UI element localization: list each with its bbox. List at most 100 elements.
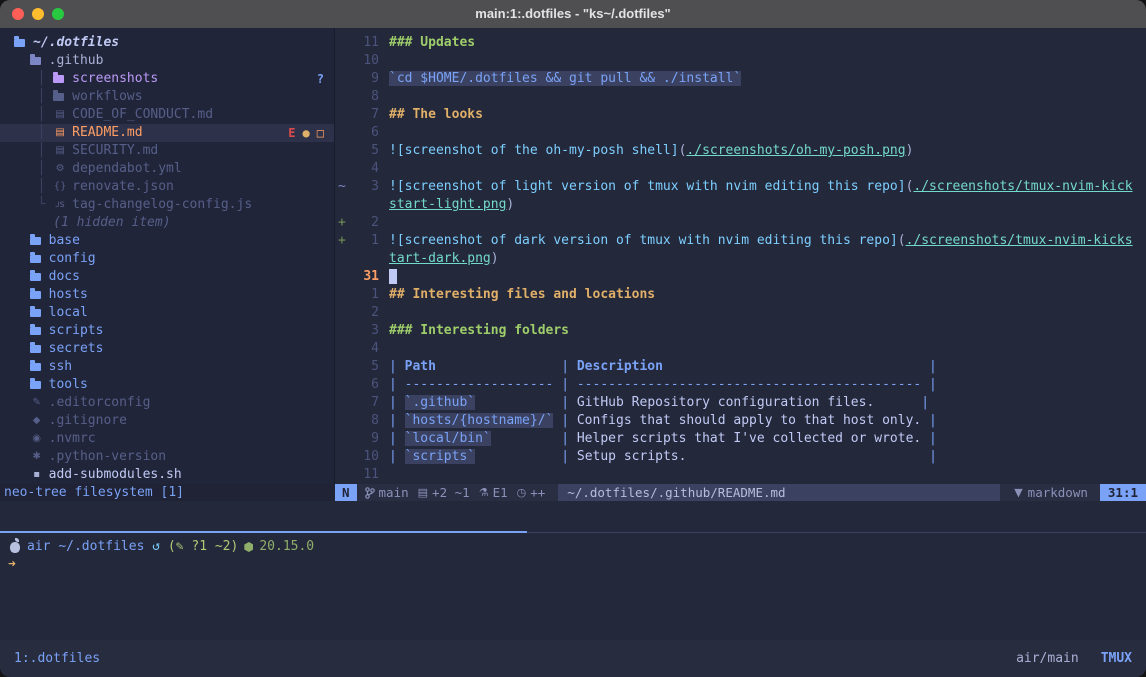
pane-border-inactive <box>527 532 1146 533</box>
editor-line[interactable]: 3 ### Interesting folders <box>335 322 1146 340</box>
tree-item-base[interactable]: base <box>0 232 334 250</box>
folder-icon <box>53 75 64 83</box>
minimize-button[interactable] <box>32 8 44 20</box>
tree-item-readme-md[interactable]: │ ▤README.mdE●□ <box>0 124 334 142</box>
tree-item-dotfiles[interactable]: ~/.dotfiles <box>0 34 334 52</box>
gutter-sign <box>335 304 351 322</box>
close-button[interactable] <box>12 8 24 20</box>
flask-icon: ⚗ <box>479 484 489 502</box>
tree-item-add-submodules-sh[interactable]: ▪add-submodules.sh <box>0 466 334 484</box>
tree-item-secrets[interactable]: secrets <box>0 340 334 358</box>
editor-line[interactable]: 31 <box>335 268 1146 286</box>
line-number: 11 <box>351 466 379 484</box>
editor-line[interactable]: 11 <box>335 466 1146 484</box>
tmux-pane-border[interactable] <box>0 531 1146 533</box>
folder-icon <box>30 273 41 281</box>
tree-item-tag-changelog-config-js[interactable]: └ ᴊstag-changelog-config.js <box>0 196 334 214</box>
tree-item-nvmrc[interactable]: ◉.nvmrc <box>0 430 334 448</box>
tmux-statusbar: 1:.dotfiles air/main TMUX <box>0 640 1146 677</box>
tmux-statusbar-right: air/main TMUX <box>1016 650 1132 668</box>
tree-item-code-of-conduct-md[interactable]: │ ▤CODE_OF_CONDUCT.md <box>0 106 334 124</box>
editor-line[interactable]: 7| `.github` | GitHub Repository configu… <box>335 394 1146 412</box>
tree-item-screenshots[interactable]: │ screenshots? <box>0 70 334 88</box>
zoom-button[interactable] <box>52 8 64 20</box>
tree-item-editorconfig[interactable]: ✎ .editorconfig <box>0 394 334 412</box>
editor-line[interactable]: 5![screenshot of the oh-my-posh shell](.… <box>335 142 1146 160</box>
line-number: 2 <box>351 214 379 232</box>
folder-open-icon <box>14 39 25 47</box>
editor-line[interactable]: 6| ------------------- | ---------------… <box>335 376 1146 394</box>
editor-line[interactable]: 8 <box>335 88 1146 106</box>
line-number: 1 <box>351 286 379 304</box>
tree-item-badges: ? <box>317 70 324 88</box>
tree-item-docs[interactable]: docs <box>0 268 334 286</box>
editor-line[interactable]: start-light.png) <box>335 196 1146 214</box>
editor-line[interactable]: 4 <box>335 160 1146 178</box>
tree-item-dependabot-yml[interactable]: │ ⚙dependabot.yml <box>0 160 334 178</box>
modified-dot-badge: ● <box>303 124 310 142</box>
tree-item-github[interactable]: .github <box>0 52 334 70</box>
tree-item-1-hidden-item[interactable]: (1 hidden item) <box>0 214 334 232</box>
editor-line[interactable]: 9| `local/bin` | Helper scripts that I'v… <box>335 430 1146 448</box>
editor-line[interactable]: 4 <box>335 340 1146 358</box>
markdown-icon: ▼ <box>1014 484 1022 502</box>
editor-line[interactable]: 2 <box>335 304 1146 322</box>
line-number: 5 <box>351 142 379 160</box>
tree-item-label: CODE_OF_CONDUCT.md <box>72 106 213 124</box>
tree-item-security-md[interactable]: │ ▤SECURITY.md <box>0 142 334 160</box>
editor-line[interactable]: 5| Path | Description | <box>335 358 1146 376</box>
editor-line[interactable]: 11### Updates <box>335 34 1146 52</box>
editor-line[interactable]: 7## The looks <box>335 106 1146 124</box>
titlebar[interactable]: main:1:.dotfiles - "ks~/.dotfiles" <box>0 0 1146 29</box>
neotree-sidebar: ~/.dotfiles .github │ screenshots? │ wor… <box>0 28 334 484</box>
gutter-sign <box>335 52 351 70</box>
tree-item-renovate-json[interactable]: │ {}renovate.json <box>0 178 334 196</box>
tree-item-python-version[interactable]: ✱.python-version <box>0 448 334 466</box>
pencil-icon: ✎ <box>30 394 44 412</box>
line-text: | `local/bin` | Helper scripts that I've… <box>389 430 937 448</box>
line-number: 9 <box>351 70 379 88</box>
git-branch-label: main <box>379 484 409 502</box>
nvim-statusline: N main ▤ +2 ~1 ⚗ E1 ◷ ++ <box>335 484 1146 501</box>
tree-item-scripts[interactable]: scripts <box>0 322 334 340</box>
file-path: ~/.dotfiles/.github/README.md <box>558 484 1000 501</box>
editor-line[interactable]: 10| `scripts` | Setup scripts. | <box>335 448 1146 466</box>
editor-line[interactable]: ~ 3![screenshot of light version of tmux… <box>335 178 1146 196</box>
line-number: 3 <box>351 322 379 340</box>
tree-item-gitignore[interactable]: ◆.gitignore <box>0 412 334 430</box>
tree-item-ssh[interactable]: ssh <box>0 358 334 376</box>
tmux-window-tab[interactable]: 1:.dotfiles <box>14 650 100 668</box>
editor-line[interactable]: 9`cd $HOME/.dotfiles && git pull && ./in… <box>335 70 1146 88</box>
folder-icon <box>30 309 41 317</box>
diagnostic-error-badge: E <box>288 124 295 142</box>
editor-line[interactable]: 1## Interesting files and locations <box>335 286 1146 304</box>
prompt-segment: air <box>27 538 58 556</box>
prompt-arrow[interactable]: ➜ <box>8 556 1146 574</box>
tree-item-config[interactable]: config <box>0 250 334 268</box>
window-title: main:1:.dotfiles - "ks~/.dotfiles" <box>0 5 1146 23</box>
gutter-sign <box>335 70 351 88</box>
markdown-file-icon: ▤ <box>53 106 67 124</box>
editor-line[interactable]: 10 <box>335 52 1146 70</box>
shell-prompt: air ~/.dotfiles ↺ (✎ ?1 ~2)20.15.0 <box>8 538 1146 556</box>
tree-item-label: .github <box>49 52 104 70</box>
editor-line[interactable]: 6 <box>335 124 1146 142</box>
editor-line[interactable]: + 1![screenshot of dark version of tmux … <box>335 232 1146 250</box>
editor-line[interactable]: + 2 <box>335 214 1146 232</box>
tree-item-tools[interactable]: tools <box>0 376 334 394</box>
tree-item-label: config <box>49 250 96 268</box>
gutter-sign <box>335 430 351 448</box>
editor-line[interactable]: tart-dark.png) <box>335 250 1146 268</box>
line-number: 5 <box>351 358 379 376</box>
tree-item-local[interactable]: local <box>0 304 334 322</box>
line-text: ### Interesting folders <box>389 322 569 340</box>
markdown-file-icon: ▤ <box>53 142 67 160</box>
tree-item-workflows[interactable]: │ workflows <box>0 88 334 106</box>
editor-buffer[interactable]: 11### Updates 10 9`cd $HOME/.dotfiles &&… <box>335 34 1146 484</box>
tree-item-hosts[interactable]: hosts <box>0 286 334 304</box>
tree-item-label: .editorconfig <box>49 394 151 412</box>
editor-line[interactable]: 8| `hosts/{hostname}/` | Configs that sh… <box>335 412 1146 430</box>
tree-item-label: SECURITY.md <box>72 142 158 160</box>
diagnostics-count: E1 <box>493 484 508 502</box>
lazy-updates-item: ◷ ++ <box>517 484 546 502</box>
